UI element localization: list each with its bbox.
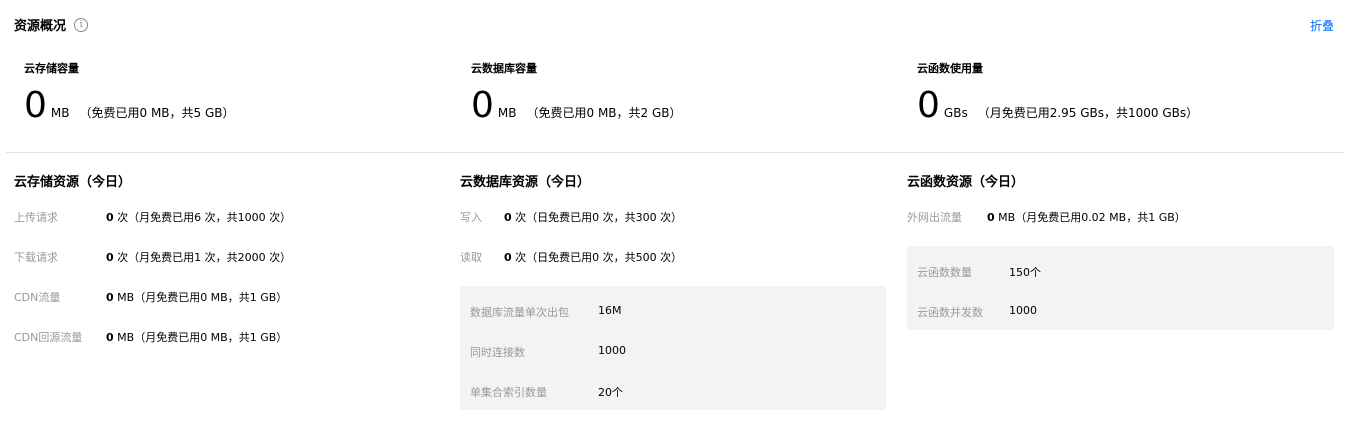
summary-unit: MB: [497, 106, 517, 120]
limit-value: 20个: [598, 386, 623, 399]
summary-value: 0: [917, 85, 940, 126]
stat-detail: 次（日免费已用0 次，共500 次）: [511, 251, 683, 264]
stat-key: 读取: [460, 251, 482, 264]
summary-note: （月免费已用2.95 GBs，共1000 GBs）: [977, 106, 1199, 120]
section-header: 资源概况 i: [14, 15, 89, 34]
summary-label: 云数据库容量: [471, 62, 537, 75]
functions-section-title: 云函数资源（今日）: [907, 171, 1024, 190]
stat-value: 0: [504, 211, 512, 224]
stat-row-download: 下载请求 0 次（月免费已用1 次，共2000 次）: [14, 249, 291, 265]
collapse-link[interactable]: 折叠: [1310, 17, 1334, 34]
stat-value: 0: [106, 251, 114, 264]
summary-label: 云函数使用量: [917, 62, 983, 75]
limit-row: 同时连接数 1000: [470, 344, 626, 360]
database-section-title: 云数据库资源（今日）: [460, 171, 590, 190]
limit-key: 单集合索引数量: [470, 386, 547, 399]
stat-row-write: 写入 0 次（日免费已用0 次，共300 次）: [460, 209, 682, 225]
stat-value: 0: [106, 211, 114, 224]
limit-key: 云函数并发数: [917, 306, 983, 319]
stat-row-cdn: CDN流量 0 MB（月免费已用0 MB，共1 GB）: [14, 289, 287, 305]
limit-value: 16M: [598, 304, 622, 317]
summary-database: 云数据库容量 0 MB （免费已用0 MB，共2 GB）: [471, 60, 682, 124]
stat-key: CDN流量: [14, 291, 61, 304]
stat-detail: MB（月免费已用0 MB，共1 GB）: [113, 291, 288, 304]
functions-limits-panel: 云函数数量 150个 云函数并发数 1000: [907, 246, 1334, 330]
storage-section-title: 云存储资源（今日）: [14, 171, 131, 190]
summary-note: （免费已用0 MB，共5 GB）: [79, 106, 235, 120]
stat-row-egress: 外网出流量 0 MB（月免费已用0.02 MB，共1 GB）: [907, 209, 1186, 225]
limit-row: 单集合索引数量 20个: [470, 384, 623, 400]
section-title: 云存储资源（今日）: [14, 175, 132, 190]
stat-key: 写入: [460, 211, 482, 224]
stat-key: CDN回源流量: [14, 331, 83, 344]
limit-key: 云函数数量: [917, 266, 972, 279]
limit-row: 数据库流量单次出包 16M: [470, 304, 622, 320]
stat-detail: MB（月免费已用0 MB，共1 GB）: [113, 331, 288, 344]
summary-value: 0: [24, 85, 47, 126]
stat-key: 下载请求: [14, 251, 58, 264]
limit-value: 1000: [598, 344, 626, 357]
stat-key: 上传请求: [14, 211, 58, 224]
summary-value: 0: [471, 85, 494, 126]
limit-row: 云函数数量 150个: [917, 264, 1041, 280]
limit-key: 同时连接数: [470, 346, 525, 359]
page-title: 资源概况: [14, 19, 67, 34]
stat-row-read: 读取 0 次（日免费已用0 次，共500 次）: [460, 249, 682, 265]
section-title: 云函数资源（今日）: [907, 175, 1025, 190]
stat-key: 外网出流量: [907, 211, 962, 224]
section-title: 云数据库资源（今日）: [460, 175, 591, 190]
summary-unit: GBs: [943, 106, 968, 120]
stat-row-upload: 上传请求 0 次（月免费已用6 次，共1000 次）: [14, 209, 291, 225]
stat-value: 0: [987, 211, 995, 224]
summary-label: 云存储容量: [24, 62, 79, 75]
database-limits-panel: 数据库流量单次出包 16M 同时连接数 1000 单集合索引数量 20个: [460, 286, 886, 410]
stat-row-cdn-origin: CDN回源流量 0 MB（月免费已用0 MB，共1 GB）: [14, 329, 287, 345]
summary-unit: MB: [50, 106, 70, 120]
limit-key: 数据库流量单次出包: [470, 306, 569, 319]
stat-value: 0: [504, 251, 512, 264]
stat-value: 0: [106, 331, 114, 344]
stat-detail: 次（月免费已用6 次，共1000 次）: [113, 211, 292, 224]
limit-value: 150个: [1009, 266, 1041, 279]
stat-detail: MB（月免费已用0.02 MB，共1 GB）: [994, 211, 1186, 224]
limit-row: 云函数并发数 1000: [917, 304, 1037, 320]
stat-detail: 次（日免费已用0 次，共300 次）: [511, 211, 683, 224]
summary-storage: 云存储容量 0 MB （免费已用0 MB，共5 GB）: [24, 60, 235, 124]
stat-value: 0: [106, 291, 114, 304]
divider: [6, 152, 1344, 153]
summary-functions: 云函数使用量 0 GBs （月免费已用2.95 GBs，共1000 GBs）: [917, 60, 1198, 124]
summary-note: （免费已用0 MB，共2 GB）: [526, 106, 682, 120]
stat-detail: 次（月免费已用1 次，共2000 次）: [113, 251, 292, 264]
info-icon[interactable]: i: [74, 17, 89, 32]
limit-value: 1000: [1009, 304, 1037, 317]
